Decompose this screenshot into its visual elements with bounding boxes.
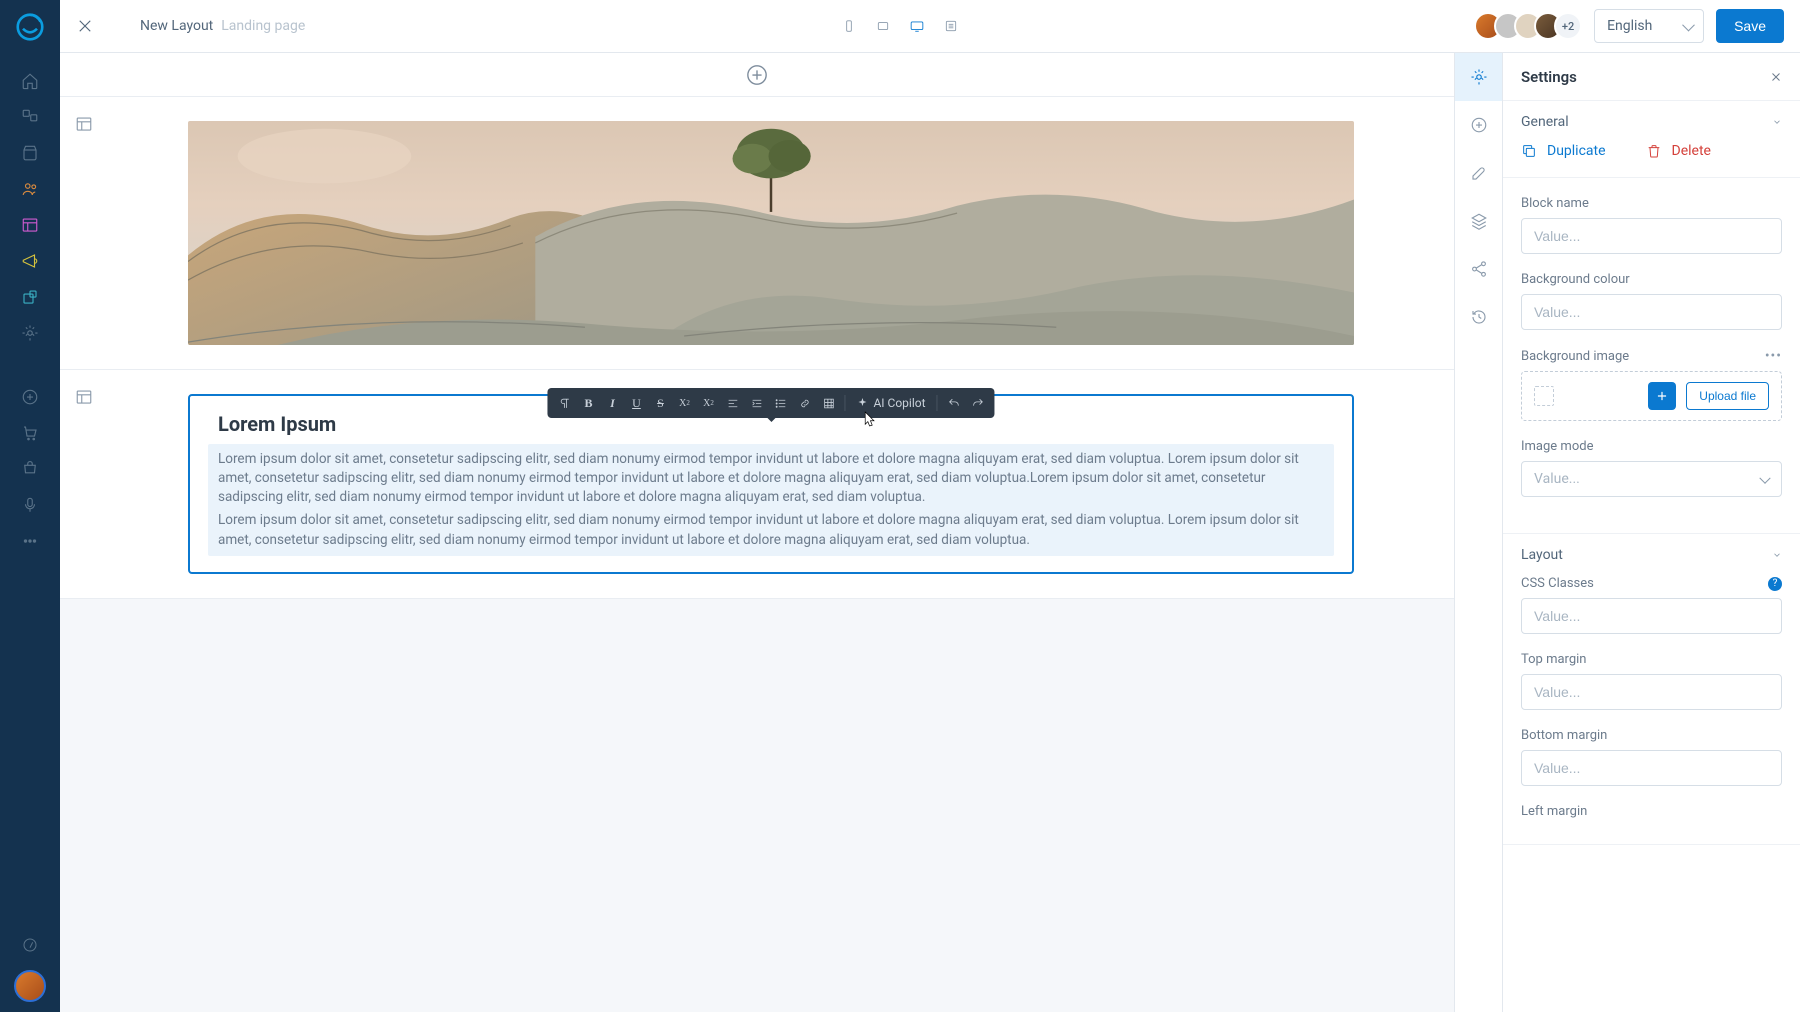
user-avatar[interactable] — [14, 970, 46, 1002]
tab-edit[interactable] — [1455, 149, 1503, 197]
hero-image[interactable] — [188, 121, 1354, 345]
viewport-switcher — [835, 14, 965, 38]
nav-content[interactable] — [0, 207, 60, 243]
viewport-tablet[interactable] — [869, 14, 897, 38]
nav-extensions[interactable] — [0, 279, 60, 315]
tab-layers[interactable] — [1455, 197, 1503, 245]
save-button[interactable]: Save — [1716, 9, 1784, 43]
bg-image-more-icon[interactable]: ••• — [1765, 348, 1782, 364]
text-block-selected[interactable]: B I U S X2 X2 — [188, 394, 1354, 574]
bg-color-label: Background colour — [1521, 272, 1782, 287]
brand-logo[interactable] — [0, 0, 60, 53]
nav-cart[interactable] — [0, 451, 60, 487]
settings-title: Settings — [1521, 68, 1577, 86]
text-paragraph[interactable]: Lorem ipsum dolor sit amet, consetetur s… — [218, 450, 1324, 507]
text-toolbar: B I U S X2 X2 — [547, 388, 994, 418]
block-name-input[interactable] — [1521, 218, 1782, 254]
bg-image-label: Background image ••• — [1521, 348, 1782, 364]
nav-shop[interactable] — [0, 415, 60, 451]
bg-color-input[interactable] — [1521, 294, 1782, 330]
layout-subtitle: Landing page — [221, 18, 305, 34]
settings-tabs — [1454, 53, 1502, 1012]
undo-button[interactable] — [943, 392, 965, 414]
topbar: New Layout Landing page +2 English Save — [60, 0, 1800, 53]
canvas: B I U S X2 X2 — [60, 53, 1454, 1012]
collaborator-avatars[interactable]: +2 — [1474, 12, 1582, 40]
nav-settings[interactable] — [0, 315, 60, 351]
tab-share[interactable] — [1455, 245, 1503, 293]
section-image — [60, 97, 1454, 370]
format-align[interactable] — [721, 392, 743, 414]
add-image-button[interactable] — [1648, 382, 1676, 410]
format-superscript[interactable]: X2 — [673, 392, 695, 414]
text-paragraph[interactable]: Lorem ipsum dolor sit amet, consetetur s… — [218, 511, 1324, 549]
nav-home[interactable] — [0, 63, 60, 99]
viewport-list[interactable] — [937, 14, 965, 38]
format-strikethrough[interactable]: S — [649, 392, 671, 414]
format-indent[interactable] — [745, 392, 767, 414]
group-layout-header[interactable]: Layout — [1503, 534, 1800, 576]
image-mode-select[interactable]: Value... — [1521, 461, 1782, 497]
format-link[interactable] — [793, 392, 815, 414]
nav-mic[interactable] — [0, 487, 60, 523]
bottom-margin-label: Bottom margin — [1521, 728, 1782, 743]
group-general-header[interactable]: General — [1503, 101, 1800, 143]
bottom-margin-input[interactable] — [1521, 750, 1782, 786]
language-select[interactable]: English — [1594, 9, 1704, 43]
nav-rail — [0, 0, 60, 1012]
upload-file-button[interactable]: Upload file — [1686, 382, 1769, 410]
nav-help[interactable] — [0, 930, 60, 960]
section-text: B I U S X2 X2 — [60, 370, 1454, 599]
block-name-label: Block name — [1521, 196, 1782, 211]
format-subscript[interactable]: X2 — [697, 392, 719, 414]
nav-catalogues[interactable] — [0, 99, 60, 135]
close-settings-icon[interactable] — [1770, 71, 1782, 83]
avatar-more: +2 — [1554, 12, 1582, 40]
add-section-button[interactable] — [60, 53, 1454, 97]
image-thumbnail — [1534, 386, 1554, 406]
viewport-mobile[interactable] — [835, 14, 863, 38]
help-icon[interactable]: ? — [1768, 577, 1782, 591]
nav-add[interactable] — [0, 379, 60, 415]
image-mode-label: Image mode — [1521, 439, 1782, 454]
css-classes-label: CSS Classes ? — [1521, 576, 1782, 591]
top-margin-label: Top margin — [1521, 652, 1782, 667]
section-handle[interactable] — [60, 97, 108, 369]
nav-customers[interactable] — [0, 171, 60, 207]
css-classes-input[interactable] — [1521, 598, 1782, 634]
tab-add[interactable] — [1455, 101, 1503, 149]
nav-orders[interactable] — [0, 135, 60, 171]
duplicate-button[interactable]: Duplicate — [1521, 143, 1606, 159]
nav-more[interactable] — [0, 523, 60, 559]
top-margin-input[interactable] — [1521, 674, 1782, 710]
settings-panel: Settings General Duplicate — [1502, 53, 1800, 1012]
format-list[interactable] — [769, 392, 791, 414]
viewport-desktop[interactable] — [903, 14, 931, 38]
tab-history[interactable] — [1455, 293, 1503, 341]
nav-marketing[interactable] — [0, 243, 60, 279]
format-underline[interactable]: U — [625, 392, 647, 414]
close-icon[interactable] — [76, 17, 94, 35]
format-table[interactable] — [817, 392, 839, 414]
format-italic[interactable]: I — [601, 392, 623, 414]
left-margin-label: Left margin — [1521, 804, 1782, 819]
layout-title: New Layout — [140, 18, 213, 34]
section-handle[interactable] — [60, 370, 108, 598]
tab-settings[interactable] — [1455, 53, 1503, 101]
redo-button[interactable] — [967, 392, 989, 414]
format-bold[interactable]: B — [577, 392, 599, 414]
delete-button[interactable]: Delete — [1646, 143, 1711, 159]
cursor-icon — [863, 410, 877, 428]
format-paragraph[interactable] — [553, 392, 575, 414]
